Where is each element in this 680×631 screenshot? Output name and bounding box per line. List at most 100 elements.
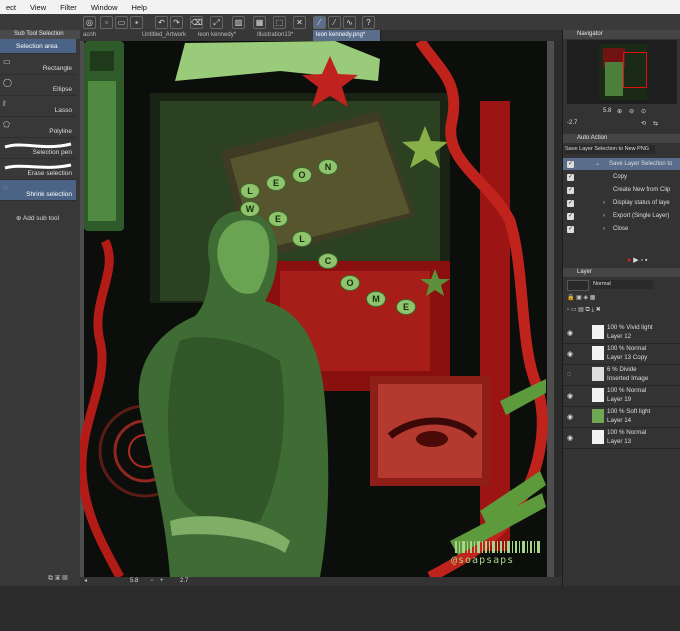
eye-icon[interactable]: ◌ (567, 371, 571, 378)
layer-row[interactable]: ◉ 100 % Normal Layer 13 (563, 427, 680, 449)
fit-icon[interactable]: ⊙ (641, 108, 646, 115)
check-icon[interactable]: ✓ (567, 187, 574, 194)
scroll-left-icon[interactable]: ◂ (84, 577, 87, 584)
auto-action-item[interactable]: ✓ › Close (563, 223, 680, 235)
delete-layer-icon[interactable]: ✖ (596, 307, 601, 313)
auto-action-item[interactable]: ✓ ⌄ Save Layer Selection to (563, 158, 680, 170)
eye-icon[interactable]: ◉ (567, 329, 573, 337)
auto-action-controls: ● ▶ ▫ ▪ (627, 256, 647, 264)
new-layer-icon[interactable]: ▫ (567, 307, 569, 313)
record-icon[interactable]: ● (627, 257, 631, 264)
subtool-rectangle[interactable]: ▭ Rectangle (0, 54, 76, 75)
tab-acnh[interactable]: acnh (80, 30, 142, 41)
delete-action-icon[interactable]: ▪ (645, 257, 647, 264)
new-vector-icon[interactable]: ▭ (571, 307, 577, 313)
layer-thumbnail (592, 346, 604, 360)
auto-action-item[interactable]: ✓ › Export (Single Layer) (563, 210, 680, 222)
navigator-zoom[interactable]: 5.8 (603, 108, 611, 114)
zoom-out-icon[interactable]: − (150, 578, 154, 584)
clip-icon[interactable]: ▣ (576, 295, 582, 301)
flip-icon[interactable]: ⇆ (653, 120, 658, 127)
add-subtool-button[interactable]: ⊕ Add sub tool (16, 214, 59, 222)
eye-icon[interactable]: ◉ (567, 350, 573, 358)
tab-leon-kennedy[interactable]: leon kennedy* (195, 30, 257, 41)
check-icon[interactable]: ✓ (567, 174, 574, 181)
zoom-in-icon[interactable]: ⊕ (617, 108, 622, 115)
menu-edit[interactable]: ect (6, 3, 16, 12)
tab-illustration13[interactable]: Illustration13* (254, 30, 316, 41)
navigator-angle[interactable]: -2.7 (567, 120, 577, 126)
subtool-erase-selection[interactable]: Erase selection (0, 159, 76, 180)
zoom-in-icon[interactable]: + (160, 578, 164, 584)
menu-bar: ect View Filter Window Help (0, 0, 680, 14)
ruler-snap-icon[interactable]: ⁄ (328, 16, 341, 29)
fill-icon[interactable]: ▨ (232, 16, 245, 29)
undo-icon[interactable]: ↶ (155, 16, 168, 29)
help-icon[interactable]: ? (362, 16, 375, 29)
copy-layer-icon[interactable]: ⧉ (586, 307, 590, 313)
duplicate-icon[interactable]: ⧉ (48, 575, 53, 582)
eye-icon[interactable]: ◉ (567, 413, 573, 421)
auto-action-item[interactable]: ✓ Copy (563, 171, 680, 183)
navigator-preview[interactable] (567, 40, 677, 104)
blend-mode-select[interactable]: Normal (591, 280, 653, 289)
bead-letter: L (240, 183, 260, 199)
layer-row[interactable]: ◉ 100 % Normal Layer 13 Copy (563, 343, 680, 365)
merge-icon[interactable]: ⤓ (591, 307, 594, 313)
polyline-icon: ⬠ (3, 120, 10, 129)
subtool-polyline[interactable]: ⬠ Polyline (0, 117, 76, 138)
snap-icon[interactable]: ⁄ (313, 16, 326, 29)
menu-view[interactable]: View (30, 3, 46, 12)
new-file-icon[interactable]: ▫ (100, 16, 113, 29)
reference-icon[interactable]: ◈ (584, 295, 589, 301)
subtool-shrink-selection[interactable]: ◌ Shrink selection (0, 180, 76, 201)
copy-icon[interactable]: ▣ (55, 575, 60, 582)
open-file-icon[interactable]: ▭ (115, 16, 128, 29)
check-icon[interactable]: ✓ (567, 200, 574, 207)
folder-icon[interactable]: ▤ (578, 307, 584, 313)
grid-icon[interactable]: ▦ (253, 16, 266, 29)
lock-icon[interactable]: 🔒 (567, 295, 574, 301)
rotate-icon[interactable]: ⟲ (641, 120, 646, 127)
play-icon[interactable]: ▶ (633, 257, 638, 264)
zoom-value[interactable]: 5.8 (130, 578, 138, 584)
subtool-selection-pen[interactable]: Selection pen (0, 138, 76, 159)
auto-action-item[interactable]: ✓ Create New from Clip (563, 184, 680, 196)
deselect-icon[interactable]: ✕ (293, 16, 306, 29)
check-icon[interactable]: ✓ (567, 226, 574, 233)
shrink-selection-icon: ◌ (3, 183, 8, 192)
menu-window[interactable]: Window (91, 3, 118, 12)
layer-row[interactable]: ◉ 100 % Normal Layer 19 (563, 385, 680, 407)
auto-action-item[interactable]: ✓ › Display status of laye (563, 197, 680, 209)
subtool-ellipse[interactable]: ◯ Ellipse (0, 75, 76, 96)
angle-value[interactable]: 2.7 (180, 578, 188, 584)
eye-icon[interactable]: ◉ (567, 392, 573, 400)
layer-row[interactable]: ◉ 100 % Soft light Layer 14 (563, 406, 680, 428)
delete-icon[interactable]: ▤ (62, 575, 67, 582)
canvas-area[interactable]: L E O N W E L C O M E @soapsaps (80, 41, 554, 577)
menu-filter[interactable]: Filter (60, 3, 77, 12)
check-icon[interactable]: ✓ (567, 213, 574, 220)
tab-untitled-artwork[interactable]: Untitled_Artwork (139, 30, 198, 41)
shape-snap-icon[interactable]: ∿ (343, 16, 356, 29)
eye-icon[interactable]: ◉ (567, 434, 573, 442)
redo-icon[interactable]: ↷ (170, 16, 183, 29)
mask-icon[interactable]: ▦ (590, 295, 596, 301)
app-icon[interactable]: ◎ (83, 16, 96, 29)
check-icon[interactable]: ✓ (567, 161, 574, 168)
save-icon[interactable]: ▪ (130, 16, 143, 29)
layer-row[interactable]: ◉ 100 % Vivid light Layer 12 (563, 322, 680, 344)
subtool-lasso[interactable]: ℓ Lasso (0, 96, 76, 117)
transform-icon[interactable]: ⤢ (210, 16, 223, 29)
tab-leon-kennedy-png[interactable]: leon kennedy.png* (313, 30, 381, 41)
menu-help[interactable]: Help (132, 3, 147, 12)
auto-action-set-select[interactable]: Save Layer Selection to New PNG (565, 145, 655, 154)
layer-row[interactable]: ◌ 6 % Divide Inserted Image (563, 364, 680, 386)
new-action-icon[interactable]: ▫ (641, 257, 643, 264)
subtool-selection-area[interactable]: Selection area (0, 39, 76, 54)
clear-icon[interactable]: ⌫ (190, 16, 203, 29)
layer-type-select[interactable] (567, 280, 589, 291)
select-all-icon[interactable]: ⬚ (273, 16, 286, 29)
bead-letter: L (292, 231, 312, 247)
zoom-out-icon[interactable]: ⊖ (629, 108, 634, 115)
